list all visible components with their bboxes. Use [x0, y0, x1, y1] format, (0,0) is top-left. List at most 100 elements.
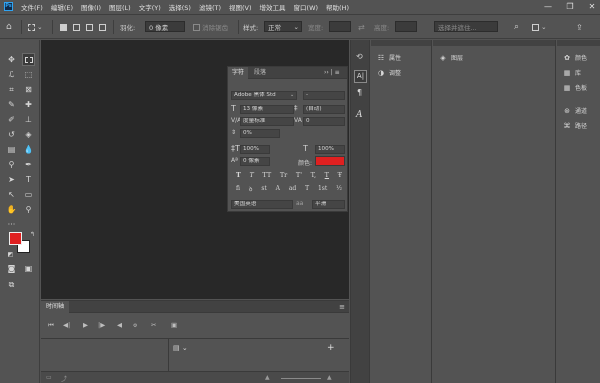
- tracking-select[interactable]: 0: [303, 117, 345, 126]
- crop-tool-icon[interactable]: ⌗: [5, 83, 18, 96]
- gradient-tool-icon[interactable]: ▤: [5, 143, 18, 156]
- move-tool-icon[interactable]: ✥: [5, 53, 18, 66]
- properties-panel-button[interactable]: ☷ 属性: [377, 53, 401, 63]
- menu-layer[interactable]: 图层(L): [105, 2, 135, 12]
- render-icon[interactable]: ⤴: [61, 374, 67, 383]
- small-caps-button[interactable]: Tr: [280, 171, 287, 179]
- rectangle-tool-icon[interactable]: ▭: [22, 188, 35, 201]
- faux-bold-button[interactable]: T: [236, 171, 241, 179]
- old-style-button[interactable]: ꝺ: [249, 185, 253, 193]
- maximize-button[interactable]: ❐: [562, 0, 578, 13]
- search-icon[interactable]: ⌕: [514, 21, 519, 33]
- antialias-select[interactable]: 平滑: [312, 200, 345, 209]
- screen-mode-icon[interactable]: ▣: [22, 262, 35, 275]
- add-media-button[interactable]: +: [327, 343, 335, 353]
- healing-brush-tool-icon[interactable]: ✚: [22, 98, 35, 111]
- pen-tool-icon[interactable]: ✒: [22, 158, 35, 171]
- frame-tool-icon[interactable]: ⊠: [22, 83, 35, 96]
- convert-icon[interactable]: ▭: [46, 374, 52, 381]
- menu-window[interactable]: 窗口(W): [290, 2, 323, 12]
- leading-input[interactable]: (自动): [303, 105, 345, 114]
- swap-colors-icon[interactable]: ↰: [26, 228, 39, 241]
- close-button[interactable]: ✕: [584, 0, 600, 13]
- type-tool-icon[interactable]: T: [22, 173, 35, 186]
- subscript-button[interactable]: T,: [311, 171, 316, 179]
- swap-icon[interactable]: ⇄: [358, 21, 365, 33]
- foreground-color-swatch[interactable]: [9, 232, 22, 245]
- edit-toolbar-icon[interactable]: ⧉: [5, 278, 18, 291]
- tab-paragraph[interactable]: 段落: [250, 67, 270, 79]
- eyedropper-tool-icon[interactable]: ✎: [5, 98, 18, 111]
- more-tools-icon[interactable]: ···: [5, 218, 18, 231]
- hand-tool-icon[interactable]: ✋: [5, 203, 18, 216]
- film-icon[interactable]: ▤ ⌄: [173, 344, 188, 352]
- width-input[interactable]: [329, 21, 351, 32]
- transition-icon[interactable]: ▣: [171, 321, 177, 329]
- play-icon[interactable]: ▶: [83, 321, 88, 329]
- workspace-icon[interactable]: ⌄: [532, 21, 547, 33]
- menu-select[interactable]: 选择(S): [165, 2, 195, 12]
- minimize-button[interactable]: —: [540, 0, 556, 13]
- blur-tool-icon[interactable]: 💧: [22, 143, 35, 156]
- clone-stamp-tool-icon[interactable]: ⊥: [22, 113, 35, 126]
- photoshop-logo-icon[interactable]: Ps: [4, 2, 13, 11]
- marquee-tool-preset[interactable]: ⌄: [28, 21, 43, 33]
- language-select[interactable]: 美国英语: [231, 200, 293, 209]
- ordinals-button[interactable]: 1st: [318, 185, 327, 193]
- subtract-selection-icon[interactable]: [86, 21, 93, 33]
- direct-select-tool-icon[interactable]: ↖: [5, 188, 18, 201]
- discretionary-lig-button[interactable]: ad: [289, 185, 296, 193]
- split-icon[interactable]: ✂: [151, 321, 156, 329]
- baseline-shift-input[interactable]: 0 像素: [240, 157, 270, 166]
- dodge-tool-icon[interactable]: ⚲: [5, 158, 18, 171]
- underline-button[interactable]: T: [325, 171, 329, 179]
- swatches-panel-button[interactable]: ▦ 色板: [563, 83, 587, 93]
- panel-menu-icon[interactable]: ≡: [339, 303, 345, 311]
- home-icon[interactable]: ⌂: [6, 21, 12, 33]
- tab-timeline[interactable]: 时间轴: [41, 301, 70, 313]
- tab-character[interactable]: 字符: [228, 67, 249, 79]
- swash-button[interactable]: T: [305, 185, 309, 193]
- superscript-button[interactable]: T': [296, 171, 302, 179]
- object-select-tool-icon[interactable]: ⬚: [22, 68, 35, 81]
- channels-panel-button[interactable]: ⊛ 通道: [563, 106, 587, 116]
- antialias-checkbox[interactable]: 消除锯齿: [193, 21, 228, 33]
- next-frame-icon[interactable]: |▶: [98, 321, 105, 329]
- stylistic-alt-button[interactable]: st: [261, 185, 267, 193]
- tsume-select[interactable]: 0%: [240, 129, 280, 138]
- history-brush-tool-icon[interactable]: ↺: [5, 128, 18, 141]
- adjustments-panel-button[interactable]: ◑ 调整: [377, 68, 401, 78]
- text-color-swatch[interactable]: [315, 156, 345, 166]
- color-panel-button[interactable]: ✿ 颜色: [563, 53, 587, 63]
- fractions-button[interactable]: ½: [336, 185, 342, 193]
- ligatures-button[interactable]: fi: [236, 185, 240, 193]
- paths-panel-button[interactable]: ⌘ 路径: [563, 121, 588, 131]
- all-caps-button[interactable]: TT: [262, 171, 271, 179]
- first-frame-icon[interactable]: ⏮: [48, 321, 54, 330]
- glyphs-icon[interactable]: A: [356, 110, 363, 120]
- faux-italic-button[interactable]: T: [249, 171, 253, 179]
- previous-frame-icon[interactable]: ◀|: [63, 321, 70, 329]
- style-select[interactable]: 正常 ⌄: [264, 21, 302, 32]
- titling-alt-button[interactable]: A: [276, 185, 280, 193]
- font-style-select[interactable]: -: [303, 91, 345, 100]
- brush-tool-icon[interactable]: ✐: [5, 113, 18, 126]
- history-icon[interactable]: ⟲: [356, 52, 363, 61]
- menu-file[interactable]: 文件(F): [17, 2, 47, 12]
- horizontal-scale-input[interactable]: 100%: [315, 145, 345, 154]
- zoom-tool-icon[interactable]: ⚲: [22, 203, 35, 216]
- vertical-scale-input[interactable]: 100%: [240, 145, 270, 154]
- eraser-tool-icon[interactable]: ◈: [22, 128, 35, 141]
- settings-icon[interactable]: ⚙: [133, 323, 137, 329]
- new-selection-icon[interactable]: [60, 21, 67, 33]
- intersect-selection-icon[interactable]: [99, 21, 106, 33]
- height-input[interactable]: [395, 21, 417, 32]
- paragraph-icon[interactable]: ¶: [357, 88, 362, 97]
- character-panel-icon[interactable]: A|: [354, 70, 367, 83]
- library-panel-button[interactable]: ▦ 库: [563, 68, 581, 78]
- menu-plugins[interactable]: 增效工具: [256, 2, 290, 12]
- menu-type[interactable]: 文字(Y): [135, 2, 165, 12]
- feather-input[interactable]: 0 像素: [145, 21, 185, 32]
- select-and-mask-button[interactable]: 选择并遮住...: [434, 21, 498, 32]
- zoom-in-icon[interactable]: ▲: [327, 374, 332, 381]
